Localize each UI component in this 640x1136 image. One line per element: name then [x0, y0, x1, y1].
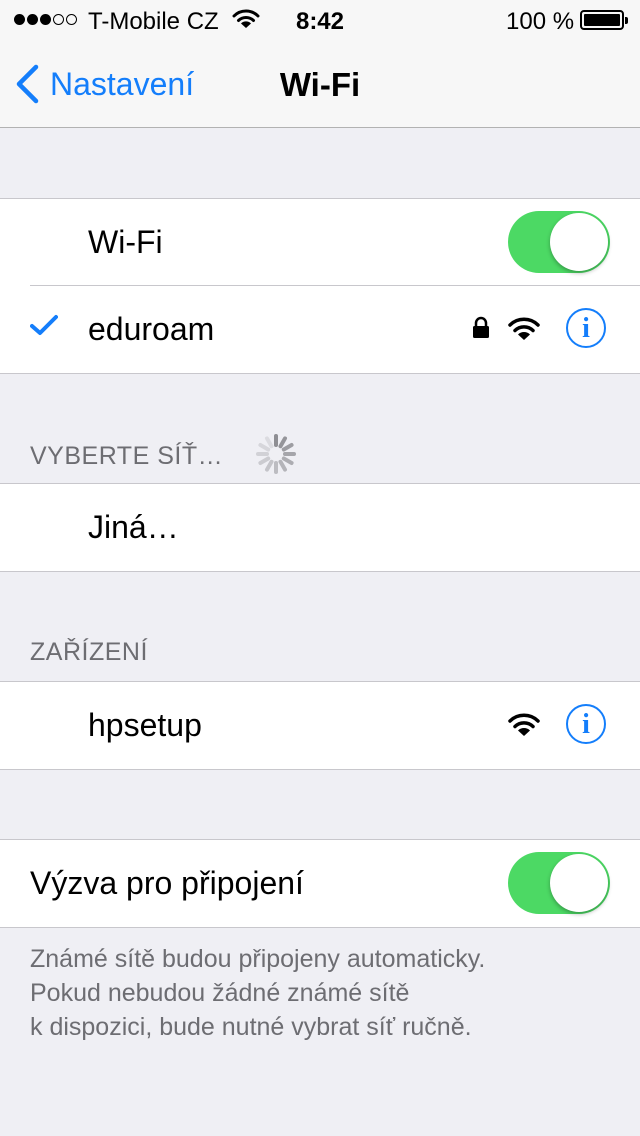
ask-to-join-group: Výzva pro připojení [0, 839, 640, 928]
ask-to-join-switch[interactable] [508, 852, 610, 914]
footnote-line: Pokud nebudou žádné známé sítě [30, 979, 410, 1007]
wifi-toggle-row: Wi-Fi [0, 199, 640, 286]
other-network-label: Jiná… [88, 509, 179, 545]
network-row-hpsetup[interactable]: hpsetup i [0, 682, 640, 769]
other-network-row[interactable]: Jiná… [0, 484, 640, 571]
loading-spinner-icon [254, 432, 298, 481]
network-info-button[interactable]: i [566, 704, 606, 744]
ask-to-join-row: Výzva pro připojení [0, 840, 640, 927]
connected-network-row[interactable]: eduroam i [0, 285, 640, 373]
connected-network-name: eduroam [88, 311, 215, 347]
navigation-bar: Nastavení Wi-Fi [0, 40, 640, 128]
network-info-button[interactable]: i [566, 308, 606, 348]
footnote-line: Známé sítě budou připojeny automaticky. [30, 945, 486, 973]
ask-to-join-footnote: Známé sítě budou připojeny automaticky. … [30, 942, 590, 1044]
network-name: hpsetup [88, 707, 202, 743]
wifi-toggle-switch[interactable] [508, 211, 610, 273]
devices-header: ZAŘÍZENÍ [30, 638, 148, 666]
status-bar: T-Mobile CZ 8:42 100 % [0, 0, 640, 40]
lock-icon [472, 316, 490, 345]
ask-to-join-label: Výzva pro připojení [30, 865, 304, 901]
wifi-group: Wi-Fi eduroam i [0, 198, 640, 374]
footnote-line: k dispozici, bude nutné vybrat síť ručně… [30, 1013, 472, 1041]
wifi-toggle-label: Wi-Fi [88, 224, 163, 260]
wifi-signal-icon [508, 316, 540, 347]
battery-icon [580, 10, 628, 30]
page-title: Wi-Fi [279, 66, 361, 103]
devices-group: hpsetup i [0, 681, 640, 770]
battery-percentage: 100 % [506, 8, 575, 35]
choose-network-group: Jiná… [0, 483, 640, 572]
checkmark-icon [30, 314, 58, 341]
wifi-signal-icon [508, 712, 540, 743]
choose-network-header: VYBERTE SÍŤ… [30, 442, 224, 470]
